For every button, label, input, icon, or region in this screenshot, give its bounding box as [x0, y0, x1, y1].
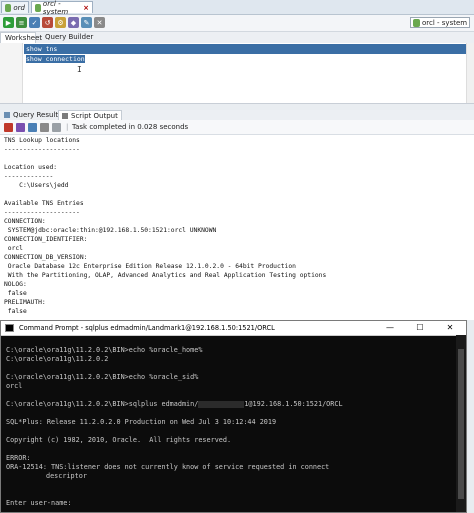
- cmd-prompt-line[interactable]: Enter user-name:: [6, 499, 71, 508]
- output-line: Location used:: [4, 164, 58, 171]
- tab-query-result-label: Query Result: [13, 111, 59, 119]
- close-button[interactable]: ✕: [439, 321, 461, 335]
- tab-query-builder-label: Query Builder: [45, 33, 94, 41]
- output-line: false: [4, 290, 27, 297]
- editor-gutter: [0, 43, 23, 103]
- output-line: CONNECTION:: [4, 218, 46, 225]
- pin-icon[interactable]: [4, 123, 13, 132]
- script-icon: [62, 113, 68, 119]
- connection-selector[interactable]: orcl - system: [410, 17, 470, 28]
- tab-worksheet-label: Worksheet: [5, 34, 43, 42]
- commit-button[interactable]: ✓: [29, 17, 40, 28]
- cmd-line: ORA-12514: TNS:listener does not current…: [6, 463, 330, 471]
- command-prompt-window[interactable]: Command Prompt - sqlplus edmadmin/Landma…: [0, 320, 467, 513]
- tab-query-result[interactable]: Query Result: [1, 110, 61, 120]
- cmd-title-bar[interactable]: Command Prompt - sqlplus edmadmin/Landma…: [1, 321, 466, 336]
- minimize-button[interactable]: —: [379, 321, 401, 335]
- connection-selector-value: orcl - system: [422, 18, 468, 27]
- doc-tab-label: orcl - system: [42, 0, 69, 16]
- cmd-scrollbar[interactable]: [456, 335, 466, 512]
- cmd-line: descriptor: [46, 472, 87, 480]
- output-line: orcl: [4, 245, 23, 252]
- cmd-line: SQL*Plus: Release 11.2.0.2.0 Production …: [6, 418, 277, 426]
- cmd-line: C:\oracle\ora11g\11.2.0.2\BIN>echo %orac…: [6, 346, 203, 354]
- console-icon: [5, 324, 14, 332]
- script-output-panel[interactable]: TNS Lookup locations -------------------…: [0, 135, 474, 320]
- tab-worksheet[interactable]: Worksheet: [0, 32, 42, 43]
- output-line: TNS Lookup locations: [4, 137, 80, 144]
- worksheet-toolbar: ▶ ≡ ✓ ↺ ⚙ ◆ ✎ ✕ orcl - system: [0, 15, 474, 32]
- output-line: With the Partitioning, OLAP, Advanced An…: [4, 272, 327, 279]
- explain-plan-button[interactable]: ◆: [68, 17, 79, 28]
- script-output-toolbar: | Task completed in 0.028 seconds: [0, 120, 474, 135]
- doc-tab-label: ord: [13, 3, 25, 12]
- cmd-line: C:\oracle\ora11g\11.2.0.2\BIN>echo %orac…: [6, 373, 199, 381]
- doc-tab-orcl-system[interactable]: orcl - system ×: [31, 0, 93, 16]
- redacted-password: [198, 400, 245, 408]
- output-line: --------------------: [4, 146, 80, 153]
- grid-icon: [4, 112, 10, 118]
- cmd-sqlplus-line: C:\oracle\ora11g\11.2.0.2\BIN>sqlplus ed…: [6, 400, 343, 409]
- cmd-window-title: Command Prompt - sqlplus edmadmin/Landma…: [19, 324, 275, 332]
- editor-scrollbar[interactable]: [466, 43, 474, 103]
- tab-script-output[interactable]: Script Output: [58, 110, 122, 120]
- ide-edge-strip: [467, 320, 474, 513]
- close-tab-icon[interactable]: ×: [83, 4, 89, 12]
- cmd-sqlplus-suffix: 1@192.168.1.50:1521/ORCL: [244, 400, 343, 408]
- editor-line[interactable]: show connection: [24, 54, 466, 64]
- database-icon: [35, 3, 41, 12]
- database-icon: [5, 3, 12, 12]
- ibeam-cursor-icon: I: [77, 65, 82, 74]
- erase-icon[interactable]: [16, 123, 25, 132]
- maximize-button[interactable]: ☐: [409, 321, 431, 335]
- editor-line[interactable]: show tns: [24, 44, 466, 54]
- output-line: NOLOG:: [4, 281, 27, 288]
- output-line: -------------: [4, 173, 54, 180]
- run-script-button[interactable]: ≡: [16, 17, 27, 28]
- cmd-line: ERROR:: [6, 454, 31, 462]
- output-line: --------------------: [4, 209, 80, 216]
- rollback-button[interactable]: ↺: [42, 17, 53, 28]
- cmd-scrollbar-thumb[interactable]: [458, 349, 464, 499]
- editor-line-text: show connection: [26, 55, 85, 63]
- document-tab-strip: ord orcl - system ×: [0, 0, 474, 16]
- save-icon[interactable]: [28, 123, 37, 132]
- cmd-sqlplus-prefix: C:\oracle\ora11g\11.2.0.2\BIN>sqlplus ed…: [6, 400, 199, 408]
- doc-tab-ord[interactable]: ord: [1, 1, 29, 13]
- tab-query-builder[interactable]: Query Builder: [41, 32, 97, 43]
- buffer-icon[interactable]: [52, 123, 61, 132]
- output-line: SYSTEM@jdbc:oracle:thin:@192.168.1.50:15…: [4, 227, 217, 234]
- clear-button[interactable]: ✕: [94, 17, 105, 28]
- cmd-line: Copyright (c) 1982, 2010, Oracle. All ri…: [6, 436, 232, 444]
- cmd-line: orcl: [6, 382, 23, 390]
- output-line: CONNECTION_IDENTIFIER:: [4, 236, 88, 243]
- output-line: false: [4, 308, 27, 315]
- output-line: Oracle Database 12c Enterprise Edition R…: [4, 263, 296, 270]
- output-line: PRELIMAUTH:: [4, 299, 46, 306]
- cmd-line: C:\oracle\ora11g\11.2.0.2: [6, 355, 109, 363]
- database-icon: [413, 18, 420, 27]
- output-line: CONNECTION_DB_VERSION:: [4, 254, 88, 261]
- toolbar-separator: |: [66, 123, 69, 131]
- output-line: C:\Users\jedd: [4, 182, 69, 189]
- run-statement-button[interactable]: ▶: [3, 17, 14, 28]
- print-icon[interactable]: [40, 123, 49, 132]
- task-status: Task completed in 0.028 seconds: [72, 123, 189, 131]
- tab-script-output-label: Script Output: [71, 112, 118, 120]
- autotrace-button[interactable]: ⚙: [55, 17, 66, 28]
- sql-tuning-button[interactable]: ✎: [81, 17, 92, 28]
- output-line: Available TNS Entries: [4, 200, 84, 207]
- sql-editor[interactable]: show tns show connection I: [0, 43, 474, 103]
